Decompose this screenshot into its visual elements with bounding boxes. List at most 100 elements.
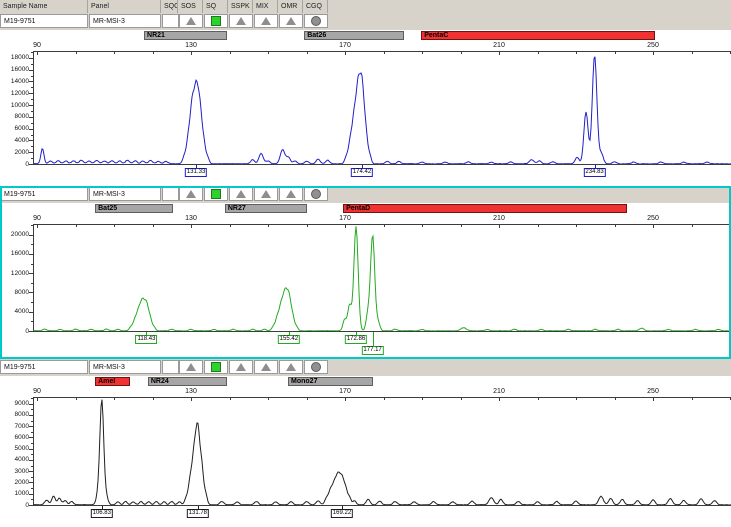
header-cell-panel[interactable]: Panel <box>88 0 161 13</box>
square-flag-icon <box>211 189 221 199</box>
header-cell-sq[interactable]: SQ <box>203 0 228 13</box>
baseline <box>33 331 731 332</box>
flag-cell-sqo[interactable] <box>162 187 179 201</box>
peak-size-label[interactable]: 169.22 <box>330 509 354 518</box>
y-tick-label: 16000 <box>10 66 29 74</box>
triangle-flag-icon <box>236 190 246 198</box>
sample-name-cell[interactable]: M19-9751 <box>0 360 88 374</box>
flag-cell-cgq[interactable] <box>304 360 328 374</box>
y-tick-label: 8000 <box>14 113 29 121</box>
header-cell-omr[interactable]: OMR <box>278 0 303 13</box>
marker-bar-mono27[interactable]: Mono27 <box>288 377 374 386</box>
triangle-flag-icon <box>186 190 196 198</box>
flag-cell-sspk[interactable] <box>229 360 253 374</box>
peak-size-label[interactable]: 131.78 <box>186 509 210 518</box>
flag-cell-sqo[interactable] <box>162 360 179 374</box>
y-tick-label: 20000 <box>10 231 29 239</box>
trace-chart-green[interactable]: Bat25 NR27 PentaD 90 130 170 210 250 0 4000 8000 12… <box>0 203 731 359</box>
flag-cell-sqo[interactable] <box>162 14 179 28</box>
flag-cell-sq[interactable] <box>204 360 228 374</box>
y-tick-label: 4000 <box>14 456 29 464</box>
electropherogram-panel-3[interactable]: M19-9751 MR-MSI-3 Amel NR24 Mono27 90 130 170… <box>0 359 731 527</box>
marker-bar-nr21[interactable]: NR21 <box>144 31 228 40</box>
sample-row[interactable]: M19-9751 MR-MSI-3 <box>0 13 731 31</box>
peak-size-label[interactable]: 106.83 <box>90 509 113 518</box>
trace-chart-black[interactable]: Amel NR24 Mono27 90 130 170 210 250 0 1000 2000 300… <box>0 376 731 527</box>
flag-cell-cgq[interactable] <box>304 14 328 28</box>
flag-cell-sos[interactable] <box>179 360 203 374</box>
trace-svg <box>33 56 731 164</box>
y-tick-label: 8000 <box>14 411 29 419</box>
flag-cell-sspk[interactable] <box>229 187 253 201</box>
marker-bar-amel[interactable]: Amel <box>95 377 131 386</box>
y-tick-label: 12000 <box>10 269 29 277</box>
sample-name-cell[interactable]: M19-9751 <box>0 14 88 28</box>
flag-cell-mix[interactable] <box>254 187 278 201</box>
marker-bar-pentac[interactable]: PentaC <box>421 31 655 40</box>
marker-bar-bat26[interactable]: Bat26 <box>304 31 404 40</box>
triangle-flag-icon <box>261 17 271 25</box>
flag-cell-sspk[interactable] <box>229 14 253 28</box>
baseline <box>33 505 731 506</box>
triangle-flag-icon <box>286 363 296 371</box>
flag-cell-omr[interactable] <box>279 360 303 374</box>
header-cell-sos[interactable]: SOS <box>178 0 203 13</box>
sample-name-cell[interactable]: M19-9751 <box>0 187 88 201</box>
header-cell-sspk[interactable]: SSPK <box>228 0 253 13</box>
flag-cell-mix[interactable] <box>254 14 278 28</box>
flag-cell-sq[interactable] <box>204 187 228 201</box>
sample-row[interactable]: M19-9751 MR-MSI-3 <box>0 359 731 377</box>
marker-bar-pentad[interactable]: PentaD <box>343 204 627 213</box>
sample-row[interactable]: M19-9751 MR-MSI-3 <box>0 186 731 204</box>
marker-bar-bat25[interactable]: Bat25 <box>95 204 173 213</box>
peak-size-label[interactable]: 177.17 <box>361 346 384 355</box>
flag-cell-sos[interactable] <box>179 187 203 201</box>
trace-svg <box>33 399 731 505</box>
triangle-flag-icon <box>186 363 196 371</box>
peak-size-label[interactable]: 118.43 <box>135 335 158 344</box>
x-tick-label: 130 <box>185 215 197 222</box>
trace-chart-blue[interactable]: NR21 Bat26 PentaC 90 130 170 210 250 0 2000 4000 60… <box>0 30 731 186</box>
y-tick-label: 6000 <box>14 125 29 133</box>
flag-cell-sos[interactable] <box>179 14 203 28</box>
y-tick-label: 9000 <box>14 400 29 408</box>
header-cell-sample-name[interactable]: Sample Name <box>0 0 88 13</box>
triangle-flag-icon <box>286 190 296 198</box>
flag-cell-cgq[interactable] <box>304 187 328 201</box>
marker-bar-nr27[interactable]: NR27 <box>224 204 307 213</box>
peak-size-label[interactable]: 155.42 <box>277 335 301 344</box>
header-cell-sqo[interactable]: SQO <box>161 0 178 13</box>
peak-size-label[interactable]: 172.86 <box>344 335 368 344</box>
triangle-flag-icon <box>261 190 271 198</box>
peak-size-label[interactable]: 234.83 <box>583 168 606 177</box>
y-tick-label: 10000 <box>10 101 29 109</box>
header-cell-mix[interactable]: MIX <box>253 0 278 13</box>
samples-table-header: Sample NamePanelSQOSOSSQSSPKMIXOMRCGQ <box>0 0 731 14</box>
x-tick-label: 250 <box>647 388 659 395</box>
x-tick-label: 90 <box>33 42 41 49</box>
x-tick-label: 250 <box>647 42 659 49</box>
header-cell-cgq[interactable]: CGQ <box>303 0 328 13</box>
y-tick-label: 3000 <box>14 467 29 475</box>
panel-name-cell[interactable]: MR-MSI-3 <box>89 187 161 201</box>
flag-cell-omr[interactable] <box>279 14 303 28</box>
y-tick-label: 4000 <box>14 136 29 144</box>
triangle-flag-icon <box>236 17 246 25</box>
y-tick-label: 4000 <box>14 308 29 316</box>
marker-bar-nr24[interactable]: NR24 <box>147 377 228 386</box>
panel-name-cell[interactable]: MR-MSI-3 <box>89 14 161 28</box>
triangle-flag-icon <box>236 363 246 371</box>
x-tick-label: 90 <box>33 215 41 222</box>
panel-name-cell[interactable]: MR-MSI-3 <box>89 360 161 374</box>
x-tick-label: 170 <box>339 388 351 395</box>
flag-cell-mix[interactable] <box>254 360 278 374</box>
x-tick-label: 250 <box>647 215 659 222</box>
flag-cell-sq[interactable] <box>204 14 228 28</box>
y-tick-label: 7000 <box>14 422 29 430</box>
peak-size-label[interactable]: 131.33 <box>184 168 208 177</box>
trace-svg <box>33 226 731 331</box>
peak-size-label[interactable]: 174.42 <box>350 168 374 177</box>
electropherogram-panel-1[interactable]: M19-9751 MR-MSI-3 NR21 Bat26 PentaC 90 130 17… <box>0 13 731 186</box>
electropherogram-panel-2[interactable]: M19-9751 MR-MSI-3 Bat25 NR27 PentaD 90 130 17… <box>0 186 731 359</box>
flag-cell-omr[interactable] <box>279 187 303 201</box>
